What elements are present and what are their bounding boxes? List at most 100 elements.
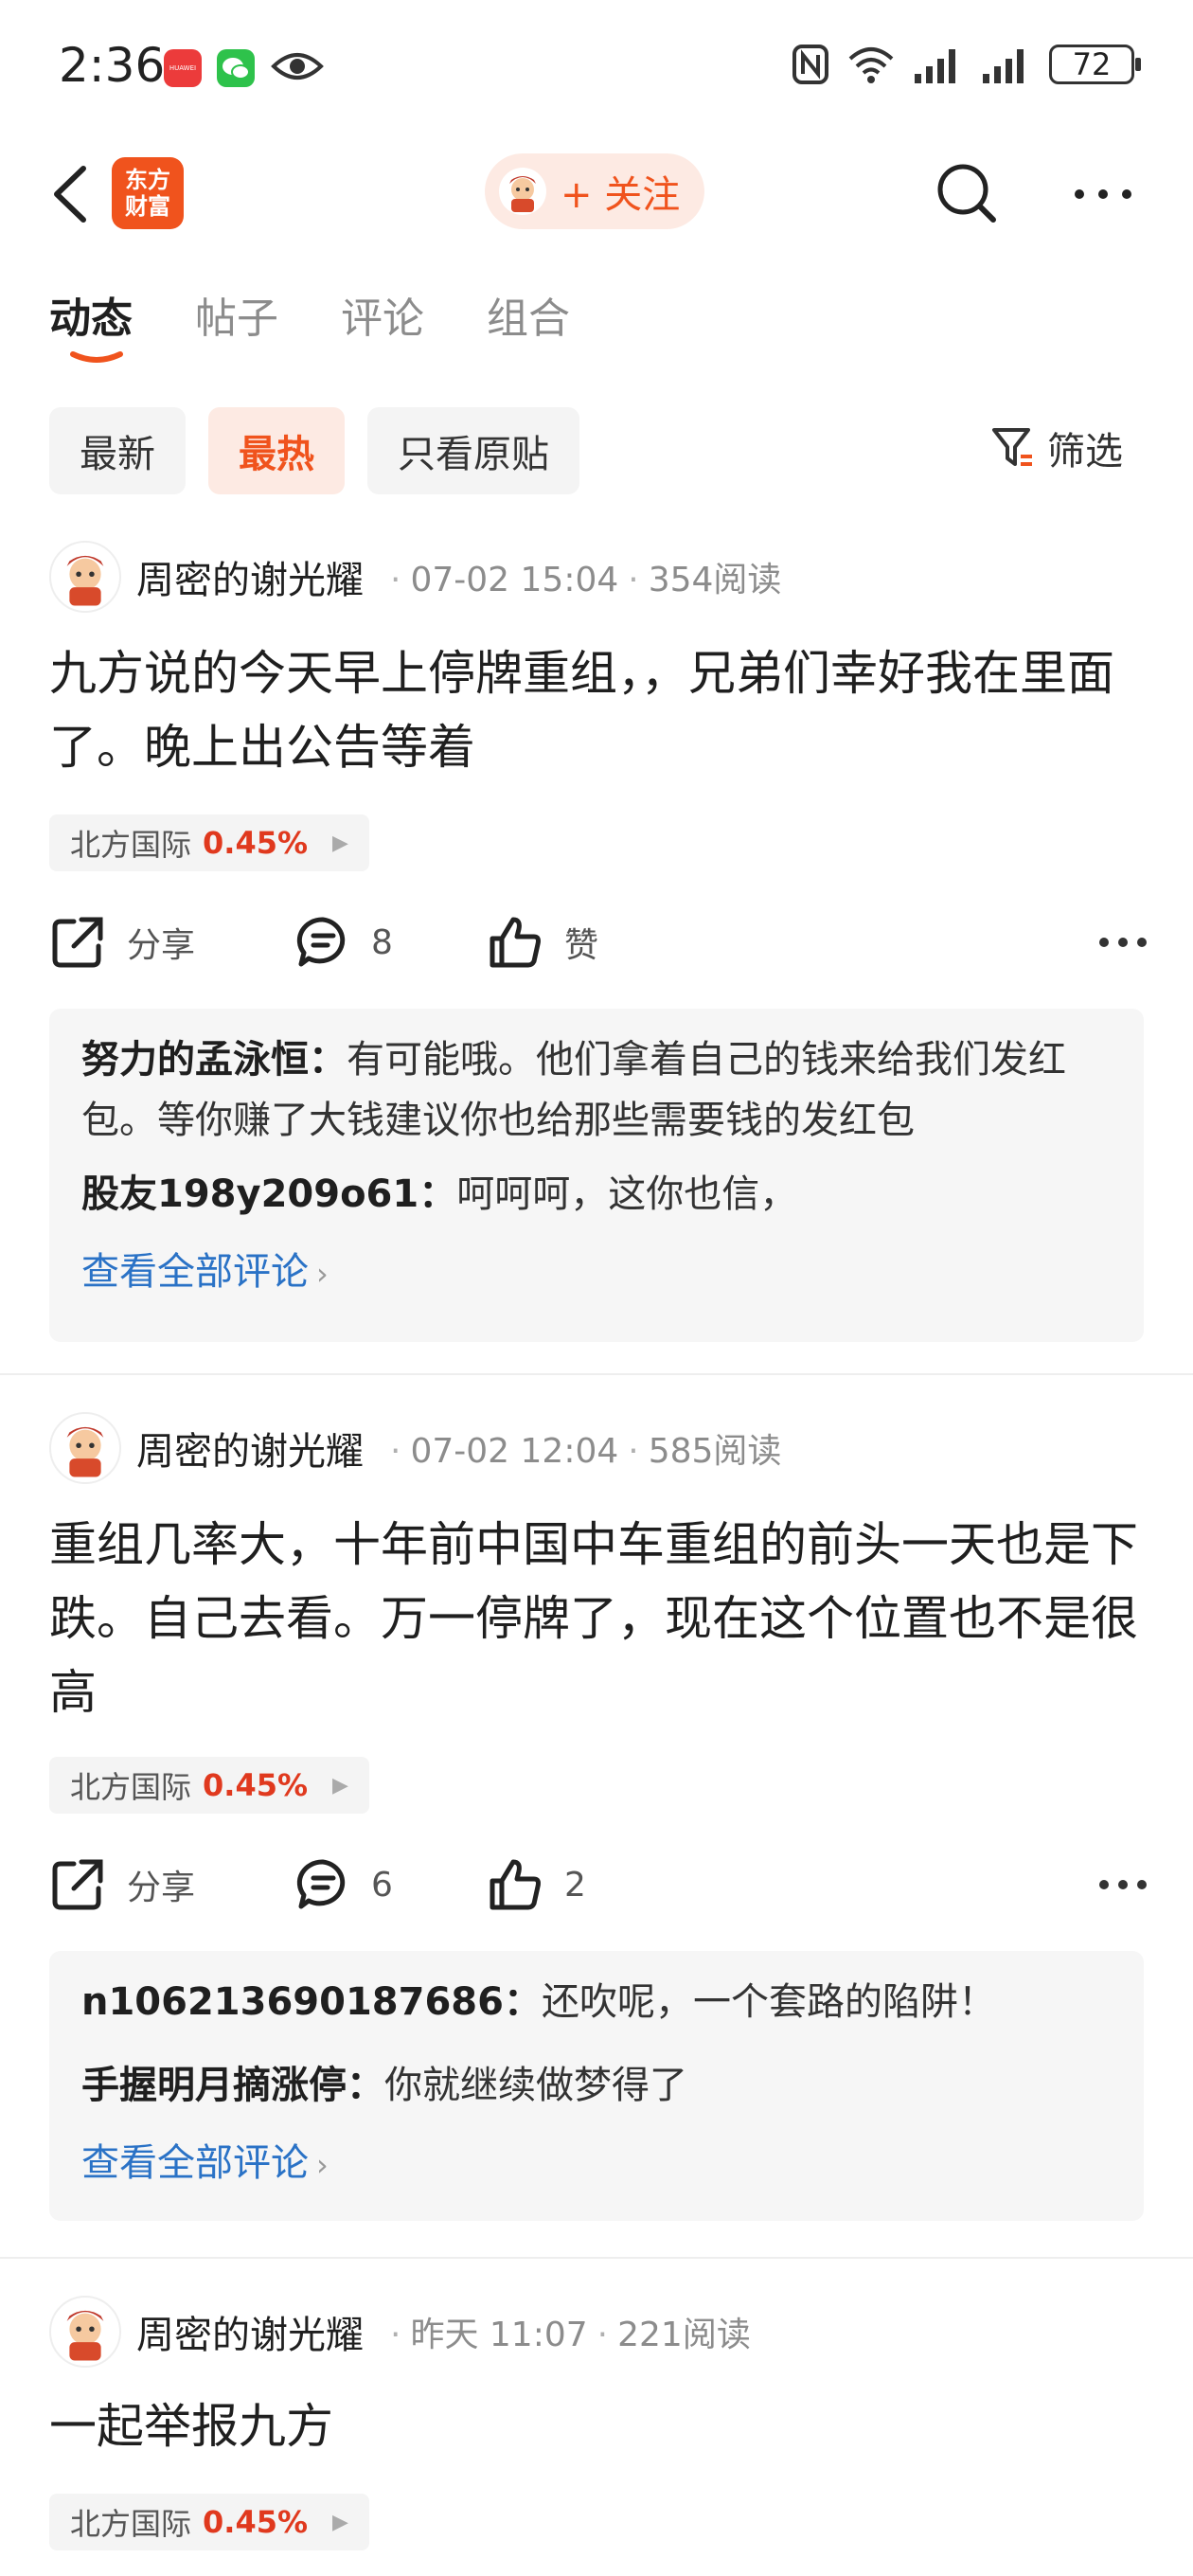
stock-change: 0.45% [203, 1767, 309, 1803]
logo-line1: 东方 [125, 167, 170, 193]
post-meta: · 07-02 12:04 · 585阅读 [390, 1432, 782, 1471]
post-actions: 分享 8 赞 [49, 904, 1148, 980]
tab-label: 组合 [487, 295, 570, 343]
top-nav: 东方 财富 + 关注 [0, 142, 1193, 246]
avatar[interactable] [49, 1412, 121, 1484]
comment-count: 8 [371, 922, 393, 962]
comment-text: 还吹呢，一个套路的陷阱！ [541, 1980, 996, 2024]
filter-button[interactable]: 筛选 [990, 420, 1123, 475]
battery-indicator: 72 [1049, 45, 1141, 84]
like-label: 赞 [564, 926, 599, 965]
eye-icon [271, 47, 324, 89]
tab-active-indicator [70, 351, 123, 363]
author-name[interactable]: 周密的谢光耀 [136, 549, 364, 604]
tab-dynamic[interactable]: 动态 [49, 284, 133, 363]
tab-portfolio[interactable]: 组合 [487, 284, 570, 345]
post-time: 昨天 11:07 [410, 2316, 588, 2354]
view-all-comments-link[interactable]: 查看全部评论 › [81, 2116, 1112, 2212]
chip-hottest[interactable]: 最热 [208, 407, 345, 494]
follow-label: + 关注 [561, 173, 681, 217]
search-button[interactable] [933, 159, 1001, 227]
chevron-right-icon: › [316, 1256, 329, 1292]
share-icon [52, 917, 103, 968]
post-body[interactable]: 一起举报九方 [49, 2389, 1148, 2463]
comment-count: 6 [371, 1865, 393, 1905]
comment-button[interactable]: 6 [295, 1857, 487, 1912]
stock-name: 北方国际 [70, 2506, 192, 2542]
like-count: 2 [564, 1865, 586, 1905]
stock-tag[interactable]: 北方国际 0.45% ▶ [49, 814, 369, 871]
play-arrow-icon: ▶ [332, 2510, 348, 2534]
post-time: 07-02 15:04 [410, 561, 619, 599]
post-reads: 221阅读 [617, 2316, 751, 2354]
avatar[interactable] [49, 2296, 121, 2368]
comment-item[interactable]: 手握明月摘涨停：你就继续做梦得了 [81, 2055, 1112, 2116]
stock-change: 0.45% [203, 2504, 309, 2540]
post-header: 周密的谢光耀 · 昨天 11:07 · 221阅读 [49, 2295, 751, 2369]
stock-tag[interactable]: 北方国际 0.45% ▶ [49, 1757, 369, 1814]
tab-label: 动态 [49, 295, 133, 343]
chip-latest[interactable]: 最新 [49, 407, 186, 494]
post-time: 07-02 12:04 [410, 1432, 619, 1471]
more-button[interactable] [1070, 170, 1136, 218]
thumbs-up-icon [490, 1859, 541, 1910]
like-button[interactable]: 赞 [487, 914, 676, 971]
share-label: 分享 [127, 926, 196, 965]
divider [0, 2257, 1193, 2259]
share-icon [52, 1859, 103, 1910]
post-meta: · 07-02 15:04 · 354阅读 [390, 561, 782, 599]
author-name[interactable]: 周密的谢光耀 [136, 1421, 364, 1476]
post-more-button[interactable] [1098, 923, 1148, 965]
signal-icon-2 [983, 49, 1024, 83]
chip-original-only[interactable]: 只看原贴 [367, 407, 579, 494]
avatar[interactable] [49, 541, 121, 613]
comment-text: 你就继续做梦得了 [384, 2064, 687, 2107]
play-arrow-icon: ▶ [332, 831, 348, 855]
tab-bar: 动态 帖子 评论 组合 [49, 284, 632, 363]
logo-line2: 财富 [125, 193, 170, 220]
share-label: 分享 [127, 1869, 196, 1907]
tab-label: 评论 [341, 295, 424, 343]
comment-preview: 努力的孟泳恒：有可能哦。他们拿着自己的钱来给我们发红包。等你赚了大钱建议你也给那… [49, 1009, 1144, 1342]
stock-name: 北方国际 [70, 827, 192, 863]
wechat-app-icon [217, 49, 255, 87]
tab-comments[interactable]: 评论 [341, 284, 424, 345]
comment-author: 手握明月摘涨停： [81, 2064, 384, 2107]
app-logo: 东方 财富 [112, 157, 184, 229]
view-all-comments-link[interactable]: 查看全部评论 › [81, 1225, 1112, 1321]
search-icon [937, 164, 996, 223]
wifi-icon [848, 47, 894, 83]
stock-tag[interactable]: 北方国际 0.45% ▶ [49, 2494, 369, 2550]
stock-name: 北方国际 [70, 1769, 192, 1805]
more-icon [1075, 189, 1131, 199]
view-all-label: 查看全部评论 [81, 1250, 309, 1294]
comment-item[interactable]: 股友198y209o61：呵呵呵，这你也信， [81, 1164, 1112, 1225]
back-button[interactable] [47, 161, 95, 227]
share-button[interactable]: 分享 [49, 914, 295, 971]
comment-icon [296, 1859, 346, 1909]
post-body[interactable]: 九方说的今天早上停牌重组，，兄弟们幸好我在里面了。晚上出公告等着 [49, 636, 1148, 784]
comment-icon [296, 917, 346, 967]
comment-author: 努力的孟泳恒： [81, 1038, 347, 1082]
share-button[interactable]: 分享 [49, 1856, 295, 1913]
comment-item[interactable]: 努力的孟泳恒：有可能哦。他们拿着自己的钱来给我们发红包。等你赚了大钱建议你也给那… [81, 1029, 1112, 1151]
author-name[interactable]: 周密的谢光耀 [136, 2304, 364, 2359]
post-header: 周密的谢光耀 · 07-02 12:04 · 585阅读 [49, 1411, 781, 1485]
filter-icon [992, 428, 1032, 466]
filter-label: 筛选 [1047, 430, 1123, 474]
post-more-button[interactable] [1098, 1866, 1148, 1907]
view-all-label: 查看全部评论 [81, 2141, 309, 2185]
comment-item[interactable]: n106213690187686：还吹呢，一个套路的陷阱！ [81, 1972, 1112, 2032]
more-icon [1099, 1880, 1147, 1889]
signal-icon [915, 49, 955, 83]
follow-button[interactable]: + 关注 [485, 153, 704, 229]
huawei-app-icon: HUAWEI [164, 49, 202, 87]
post-header: 周密的谢光耀 · 07-02 15:04 · 354阅读 [49, 540, 781, 614]
post-body[interactable]: 重组几率大，十年前中国中车重组的前头一天也是下跌。自己去看。万一停牌了，现在这个… [49, 1508, 1148, 1729]
comment-preview: n106213690187686：还吹呢，一个套路的陷阱！ 手握明月摘涨停：你就… [49, 1951, 1144, 2221]
comment-button[interactable]: 8 [295, 915, 487, 970]
divider [0, 1373, 1193, 1375]
nfc-icon [792, 45, 828, 84]
tab-posts[interactable]: 帖子 [195, 284, 278, 345]
like-button[interactable]: 2 [487, 1856, 676, 1913]
